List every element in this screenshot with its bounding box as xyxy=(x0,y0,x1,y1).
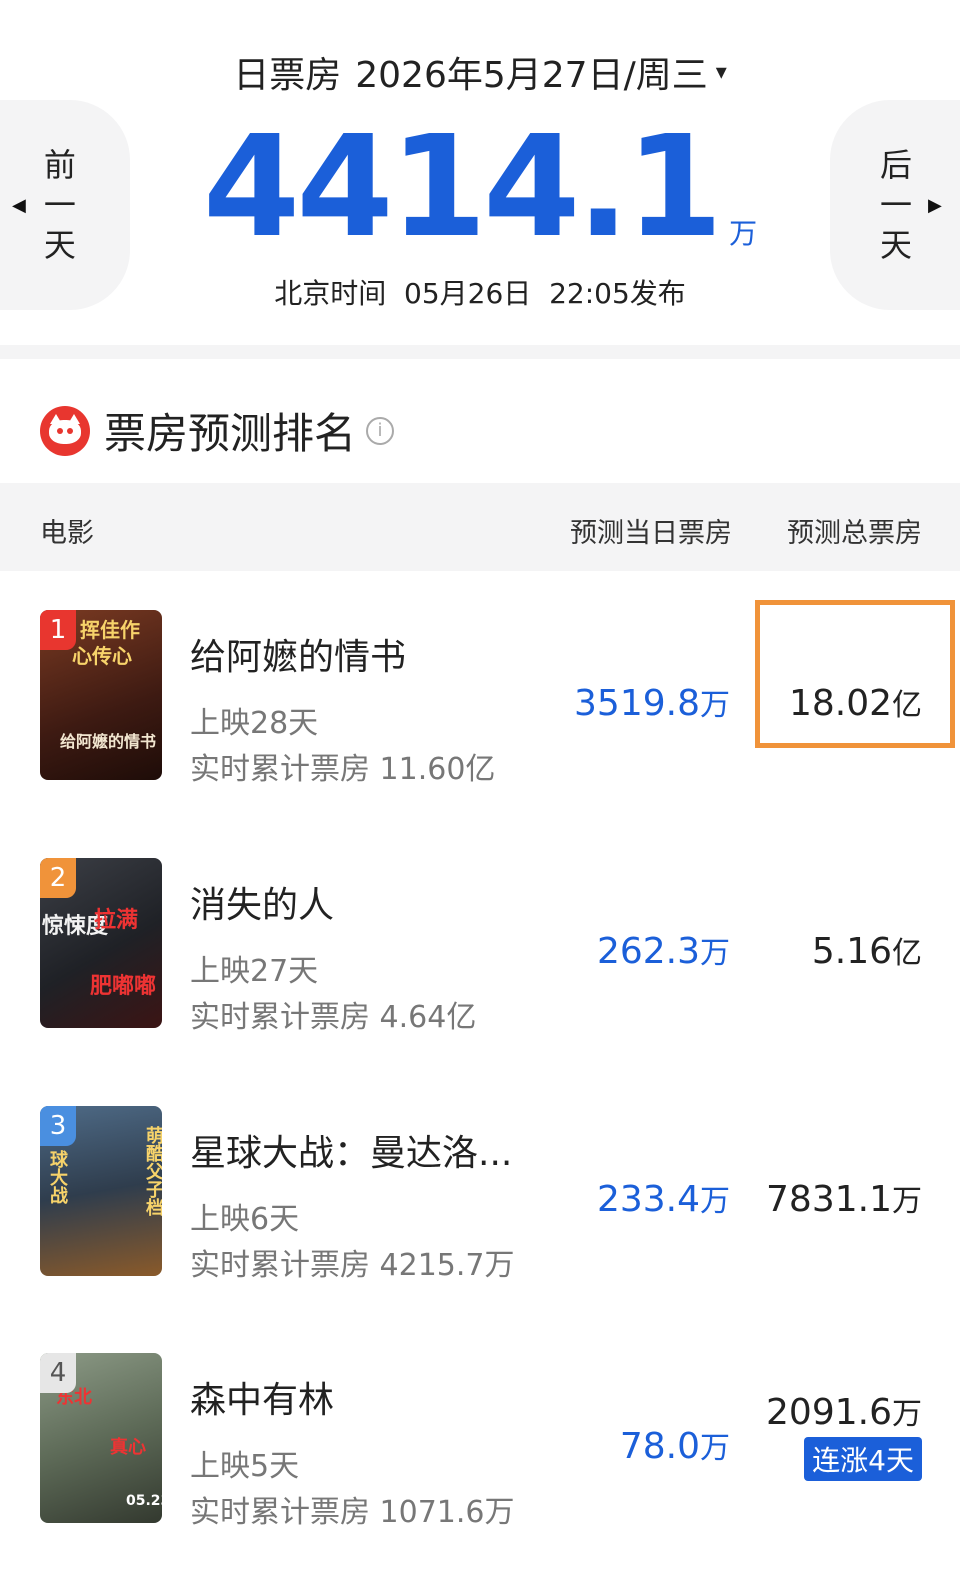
daily-total: 4414.1 万 xyxy=(0,118,960,258)
release-days: 上映5天 xyxy=(190,1449,300,1484)
rank-badge: 3 xyxy=(40,1106,76,1146)
movie-title[interactable]: 给阿嬷的情书 xyxy=(190,628,406,680)
chevron-down-icon[interactable]: ▾ xyxy=(716,60,727,85)
predicted-total-value: 7831.1 xyxy=(766,1179,892,1220)
predicted-total-value: 5.16 xyxy=(811,931,892,972)
predicted-total-unit: 亿 xyxy=(892,688,922,723)
date-selector[interactable]: 日票房 2026年5月27日/周三 ▾ xyxy=(0,46,960,98)
predicted-daily-unit: 万 xyxy=(700,688,730,723)
predicted-daily-box-office: 78.0万 xyxy=(620,1423,730,1467)
movie-title[interactable]: 星球大战：曼达洛... xyxy=(190,1124,512,1176)
cumulative-box-office: 实时累计票房 4.64亿 xyxy=(190,1000,477,1035)
maoyan-cat-logo-icon xyxy=(40,405,90,456)
predicted-total-unit: 万 xyxy=(892,1184,922,1219)
section-title: 票房预测排名 xyxy=(104,409,357,458)
movie-poster[interactable]: 萌酷父子档 球大战 3 xyxy=(40,1106,162,1276)
predicted-total-value: 18.02 xyxy=(788,683,892,724)
movie-poster[interactable]: 东北 真心 05.23 4 xyxy=(40,1353,162,1523)
section-header: 票房预测排名 i xyxy=(40,400,395,461)
column-predicted-total: 预测总票房 xyxy=(787,518,922,549)
predicted-daily-unit: 万 xyxy=(700,1431,730,1466)
cumulative-box-office: 实时累计票房 4215.7万 xyxy=(190,1248,515,1283)
date-label: 日票房 xyxy=(233,55,342,96)
predicted-daily-box-office: 233.4万 xyxy=(597,1176,730,1220)
highlight-box xyxy=(755,600,955,748)
predicted-total-box-office: 7831.1万 xyxy=(766,1176,922,1220)
predicted-daily-unit: 万 xyxy=(700,936,730,971)
movie-row[interactable]: 萌酷父子档 球大战 3 星球大战：曼达洛... 上映6天 实时累计票房 4215… xyxy=(0,1106,960,1306)
table-header: 电影 预测当日票房 预测总票房 xyxy=(0,483,960,571)
movie-poster[interactable]: 挥佳作 心传心 给阿嬷的情书 1 xyxy=(40,610,162,780)
predicted-total-box-office: 18.02亿 xyxy=(789,680,922,724)
predicted-total-box-office: 5.16亿 xyxy=(812,928,922,972)
predicted-daily-value: 262.3 xyxy=(596,931,700,972)
movie-row[interactable]: 挥佳作 心传心 给阿嬷的情书 1 给阿嬷的情书 上映28天 实时累计票房 11.… xyxy=(0,600,960,810)
release-days: 上映28天 xyxy=(190,706,319,741)
predicted-daily-value: 78.0 xyxy=(619,1426,700,1467)
movie-title[interactable]: 森中有林 xyxy=(190,1371,334,1423)
predicted-daily-unit: 万 xyxy=(700,1184,730,1219)
header: 日票房 2026年5月27日/周三 ▾ ◀ 前 一 天 后 一 天 ▶ 4414… xyxy=(0,0,960,345)
publish-time: 北京时间 05月26日 22:05发布 xyxy=(274,277,686,310)
column-predicted-daily: 预测当日票房 xyxy=(570,518,732,549)
release-days: 上映6天 xyxy=(190,1202,300,1237)
cumulative-box-office: 实时累计票房 1071.6万 xyxy=(190,1495,515,1530)
rank-badge: 1 xyxy=(40,610,76,650)
divider xyxy=(0,345,960,359)
rank-badge: 2 xyxy=(40,858,76,898)
column-movie: 电影 xyxy=(40,518,94,549)
movie-title[interactable]: 消失的人 xyxy=(190,876,334,928)
predicted-total-box-office: 2091.6万 xyxy=(766,1389,922,1433)
daily-total-value: 4414.1 xyxy=(202,106,723,269)
rank-badge: 4 xyxy=(40,1353,76,1393)
date-text: 2026年5月27日/周三 xyxy=(355,55,708,96)
predicted-total-value: 2091.6 xyxy=(766,1392,892,1433)
info-icon[interactable]: i xyxy=(366,416,395,445)
movie-row[interactable]: 东北 真心 05.23 4 森中有林 上映5天 实时累计票房 1071.6万 7… xyxy=(0,1353,960,1553)
streak-badge: 连涨4天 xyxy=(804,1437,922,1481)
predicted-total-unit: 万 xyxy=(892,1397,922,1432)
cumulative-box-office: 实时累计票房 11.60亿 xyxy=(190,752,496,787)
release-days: 上映27天 xyxy=(190,954,319,989)
movie-poster[interactable]: 惊悚度 拉满 肥嘟嘟 2 xyxy=(40,858,162,1028)
movie-row[interactable]: 惊悚度 拉满 肥嘟嘟 2 消失的人 上映27天 实时累计票房 4.64亿 262… xyxy=(0,858,960,1058)
predicted-daily-box-office: 3519.8万 xyxy=(574,680,730,724)
predicted-total-unit: 亿 xyxy=(892,936,922,971)
daily-total-unit: 万 xyxy=(729,217,758,250)
predicted-daily-value: 3519.8 xyxy=(574,683,700,724)
predicted-daily-box-office: 262.3万 xyxy=(597,928,730,972)
predicted-daily-value: 233.4 xyxy=(596,1179,700,1220)
